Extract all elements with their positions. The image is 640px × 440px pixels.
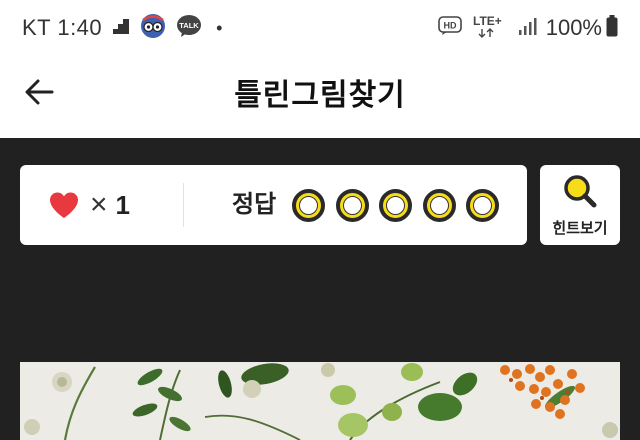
botanical-photo xyxy=(20,362,620,440)
status-left: KT 1:40 TALK • xyxy=(22,13,223,44)
page-title: 틀린그림찾기 xyxy=(234,79,406,112)
lives-indicator: × 1 xyxy=(48,165,130,245)
puzzle-image[interactable] xyxy=(20,362,620,440)
answer-slot xyxy=(292,188,325,222)
divider xyxy=(183,183,184,227)
hd-voice-icon: HD xyxy=(437,15,462,41)
carrier-time: KT 1:40 xyxy=(22,15,103,40)
hint-label: 힌트보기 xyxy=(552,220,608,237)
score-card: × 1 정답 xyxy=(20,165,527,245)
talk-badge-text: TALK xyxy=(179,21,199,30)
lives-times-sign: × xyxy=(90,188,108,221)
lives-count: 1 xyxy=(115,189,130,220)
status-bar: KT 1:40 TALK • HD LTE+ 100% xyxy=(0,0,640,56)
battery-percent: 100% xyxy=(545,15,602,40)
heart-icon xyxy=(50,192,78,218)
answer-slots xyxy=(292,165,510,245)
answer-slot-hole xyxy=(386,195,405,215)
lte-icon: LTE+ xyxy=(472,13,508,44)
battery-icon xyxy=(606,14,618,42)
answer-slot xyxy=(422,188,456,222)
answer-label: 정답 xyxy=(232,191,277,218)
signal-icon xyxy=(518,16,538,41)
kakaotalk-icon: TALK xyxy=(176,14,202,43)
answer-slot-hole xyxy=(473,195,492,215)
answer-slot-hole xyxy=(342,195,362,215)
magnifier-icon xyxy=(564,175,597,208)
game-area: × 1 정답 힌트보기 xyxy=(0,138,640,440)
app-header: 틀린그림찾기 xyxy=(0,56,640,138)
notification-dot: • xyxy=(216,17,223,38)
answer-slot xyxy=(466,188,499,222)
answer-slot-hole xyxy=(429,195,449,215)
status-right: HD LTE+ 100% xyxy=(428,14,618,42)
answer-slot-hole xyxy=(299,195,318,215)
answer-slot xyxy=(335,188,369,222)
app-mascot-icon xyxy=(140,13,166,44)
answer-slot xyxy=(379,188,412,222)
stairs-icon xyxy=(112,17,130,40)
hint-button[interactable]: 힌트보기 xyxy=(540,165,620,245)
hd-badge-text: HD xyxy=(443,20,456,30)
network-text: LTE+ xyxy=(473,14,502,28)
